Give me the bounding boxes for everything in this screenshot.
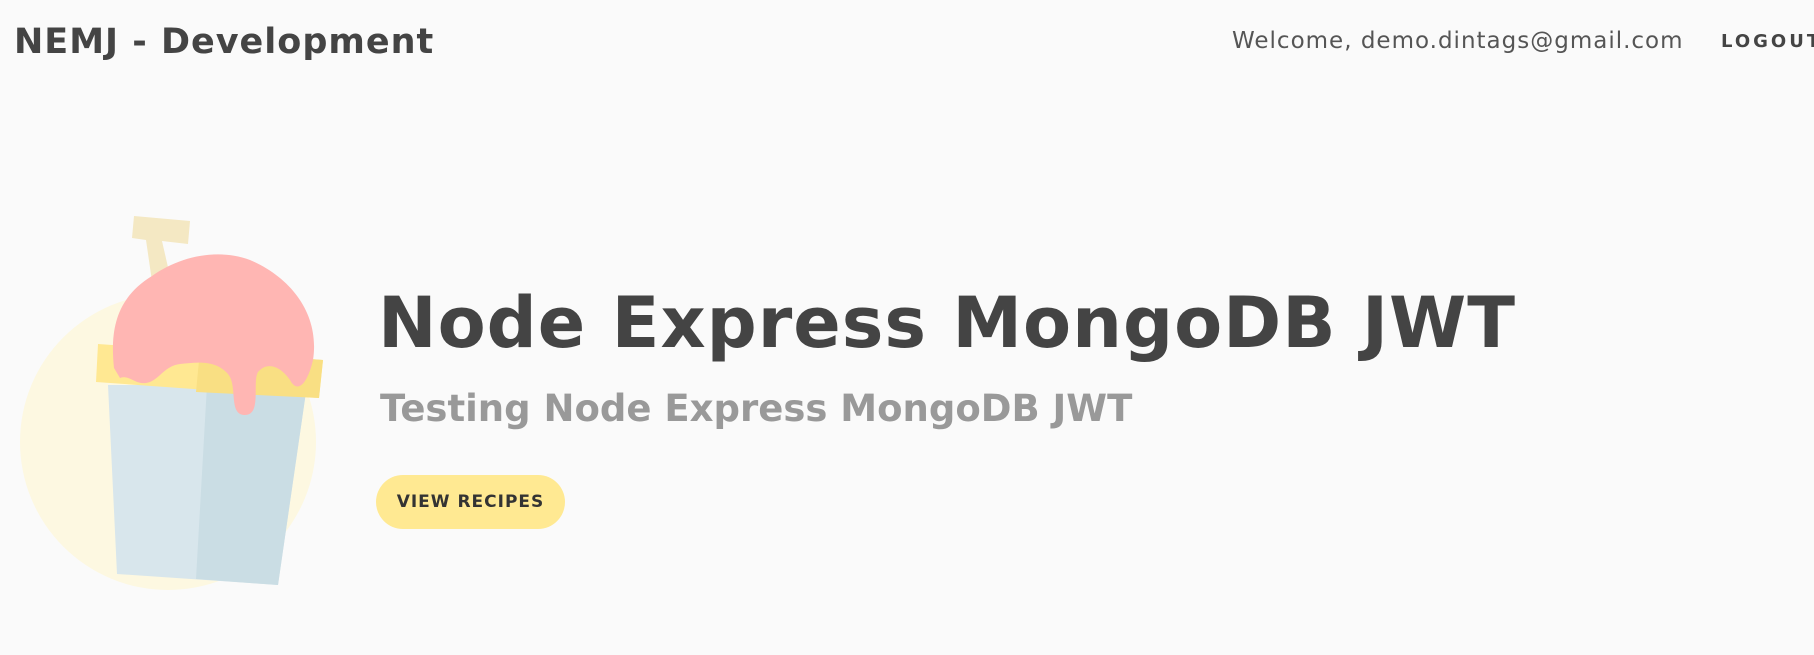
brand-title[interactable]: NEMJ - Development (14, 22, 434, 62)
hero-title: Node Express MongoDB JWT (378, 282, 1517, 364)
view-recipes-button[interactable]: VIEW RECIPES (376, 475, 565, 529)
top-navbar: NEMJ - Development Welcome, demo.dintags… (0, 0, 1814, 90)
welcome-message: Welcome, demo.dintags@gmail.com (1232, 28, 1684, 54)
hero-subtitle: Testing Node Express MongoDB JWT (380, 387, 1133, 430)
logout-button[interactable]: LOGOUT (1721, 31, 1814, 52)
milkshake-cup-icon (20, 210, 330, 595)
